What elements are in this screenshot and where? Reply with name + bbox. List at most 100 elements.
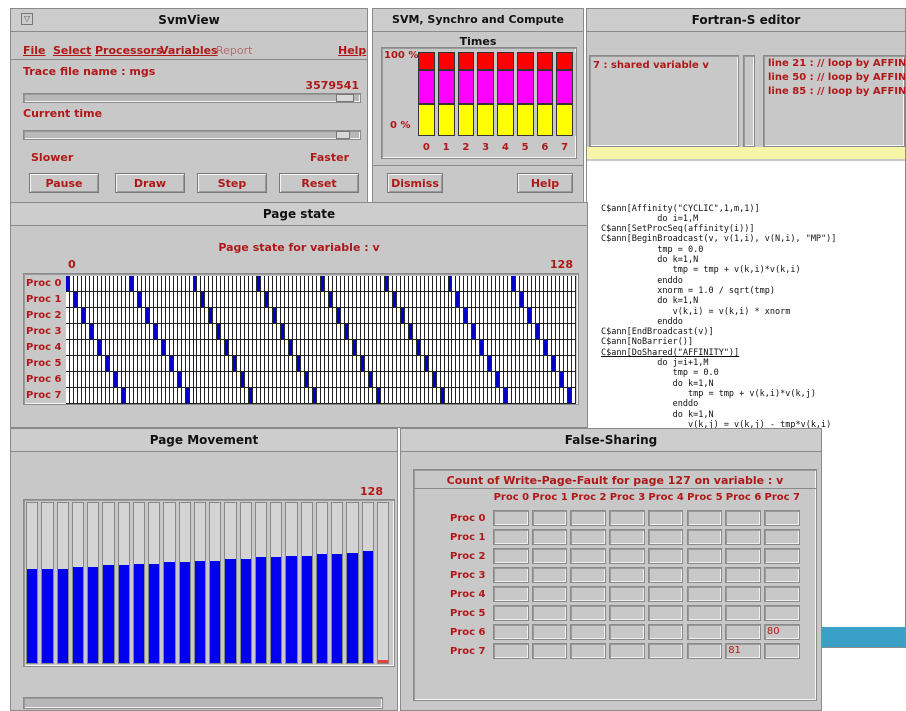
- false-sharing-cell: [686, 548, 723, 564]
- proc-label: Proc 2: [26, 310, 62, 321]
- false-sharing-row-header: Proc 2: [450, 551, 486, 562]
- page-state-title: Page state: [11, 203, 587, 226]
- menu-variables[interactable]: Variables: [160, 44, 218, 57]
- false-sharing-cell: [647, 643, 684, 659]
- dismiss-button[interactable]: Dismiss: [387, 173, 443, 193]
- speed-slider[interactable]: [23, 130, 361, 140]
- page-movement-bar: [118, 565, 129, 663]
- page-movement-slot: [315, 502, 328, 664]
- page-movement-slot: [285, 502, 298, 664]
- page-cell: [572, 340, 576, 356]
- menu-help[interactable]: Help: [338, 44, 366, 57]
- false-sharing-cell: [647, 586, 684, 602]
- page-movement-bar: [286, 555, 297, 663]
- variable-list[interactable]: 7 : shared variable v: [589, 55, 739, 147]
- page-movement-bar: [57, 568, 68, 663]
- variable-list-scrollbar[interactable]: [743, 55, 755, 147]
- loop-list-item[interactable]: line 85 : // loop by AFFINITY: [768, 86, 905, 97]
- svm-x-label: 1: [442, 142, 450, 153]
- false-sharing-grid: Proc 0 Proc 1 Proc 2 Proc 3 Proc 4 Proc 5 Proc…: [414, 490, 818, 700]
- false-sharing-cell: [647, 624, 684, 640]
- false-sharing-cell: [531, 643, 568, 659]
- window-menu-icon[interactable]: ▽: [21, 13, 33, 25]
- time-slider-thumb[interactable]: [336, 94, 354, 102]
- svm-bar-synchro: [477, 70, 494, 105]
- false-sharing-cell: [725, 548, 761, 564]
- false-sharing-cell: [725, 510, 761, 526]
- time-slider[interactable]: [23, 93, 361, 103]
- page-movement-slot: [163, 502, 176, 664]
- loop-list[interactable]: line 21 : // loop by AFFINITY line 50 : …: [763, 55, 905, 147]
- svm-bar-svm: [556, 52, 573, 71]
- false-sharing-cell: [570, 586, 607, 602]
- pause-button[interactable]: Pause: [29, 173, 99, 193]
- false-sharing-cell: [531, 586, 568, 602]
- menu-processors[interactable]: Processors: [95, 44, 163, 57]
- false-sharing-cell: [570, 548, 607, 564]
- svm-x-label: 4: [501, 142, 509, 153]
- false-sharing-row-header: Proc 0: [450, 513, 486, 524]
- svm-times-window: SVM, Synchro and Compute Times 100 % 0 %…: [372, 8, 584, 208]
- false-sharing-cell: [570, 529, 607, 545]
- false-sharing-cell: [763, 567, 800, 583]
- page-movement-bar: [271, 557, 282, 663]
- page-movement-bar: [27, 568, 38, 663]
- false-sharing-col-header: Proc 2: [570, 492, 607, 503]
- page-movement-window: Page Movement 128: [10, 428, 398, 711]
- menu-separator: [11, 59, 367, 60]
- page-movement-slot: [224, 502, 237, 664]
- loop-list-item[interactable]: line 21 : // loop by AFFINITY: [768, 58, 905, 69]
- variable-list-item[interactable]: 7 : shared variable v: [593, 60, 709, 71]
- false-sharing-col-header: Proc 7: [764, 492, 800, 503]
- svm-x-labels: 0 1 2 34 5 6 7: [418, 142, 576, 156]
- false-sharing-cell: [725, 586, 761, 602]
- svm-x-label: 3: [482, 142, 490, 153]
- false-sharing-row-header: Proc 6: [450, 627, 486, 638]
- draw-button[interactable]: Draw: [115, 173, 185, 193]
- reset-button[interactable]: Reset: [279, 173, 359, 193]
- loop-list-item[interactable]: line 50 : // loop by AFFINITY: [768, 72, 905, 83]
- false-sharing-col-header: Proc 4: [648, 492, 684, 503]
- svm-bar-svm: [437, 52, 455, 71]
- page-movement-scrollbar[interactable]: [23, 697, 383, 709]
- svm-bar-compute: [477, 104, 494, 136]
- false-sharing-cell: [647, 548, 684, 564]
- page-movement-slot: [102, 502, 115, 664]
- false-sharing-row-header: Proc 1: [450, 532, 486, 543]
- false-sharing-cell: [763, 643, 800, 659]
- page-movement-bar: [362, 551, 373, 663]
- page-movement-slot: [26, 502, 39, 664]
- page-movement-bar: [240, 559, 251, 663]
- page-movement-bar: [103, 565, 114, 663]
- page-movement-slot: [300, 502, 313, 664]
- proc-label: Proc 0: [26, 278, 62, 289]
- menu-file[interactable]: File: [23, 44, 46, 57]
- page-movement-max: 128: [360, 485, 383, 498]
- false-sharing-window: False-Sharing Count of Write-Page-Fault …: [400, 428, 822, 711]
- false-sharing-cell: [609, 586, 645, 602]
- svmview-title: SvmView: [11, 9, 367, 32]
- false-sharing-cell: [493, 510, 529, 526]
- false-sharing-subtitle: Count of Write-Page-Fault for page 127 o…: [446, 474, 784, 487]
- page-movement-bar: [210, 560, 221, 663]
- false-sharing-cell: [570, 643, 607, 659]
- step-button[interactable]: Step: [197, 173, 267, 193]
- false-sharing-cell: [686, 510, 723, 526]
- false-sharing-col-header: Proc 3: [609, 492, 646, 503]
- svm-x-label: 7: [561, 142, 569, 153]
- false-sharing-cell: [725, 605, 761, 621]
- svm-bar-compute: [457, 104, 475, 136]
- svm-bar-synchro: [536, 70, 554, 105]
- page-cell: [572, 324, 576, 340]
- svm-bar-synchro: [418, 70, 435, 105]
- page-movement-slot: [239, 502, 252, 664]
- false-sharing-cell: [686, 586, 723, 602]
- speed-slider-thumb[interactable]: [336, 131, 350, 139]
- menu-select[interactable]: Select: [53, 44, 91, 57]
- false-sharing-cell: [493, 624, 529, 640]
- percent-100-label: 100 %: [384, 50, 419, 61]
- proc-label: Proc 5: [26, 358, 62, 369]
- menu-report: Report: [216, 44, 253, 57]
- svm-help-button[interactable]: Help: [517, 173, 573, 193]
- page-movement-bar: [194, 560, 205, 663]
